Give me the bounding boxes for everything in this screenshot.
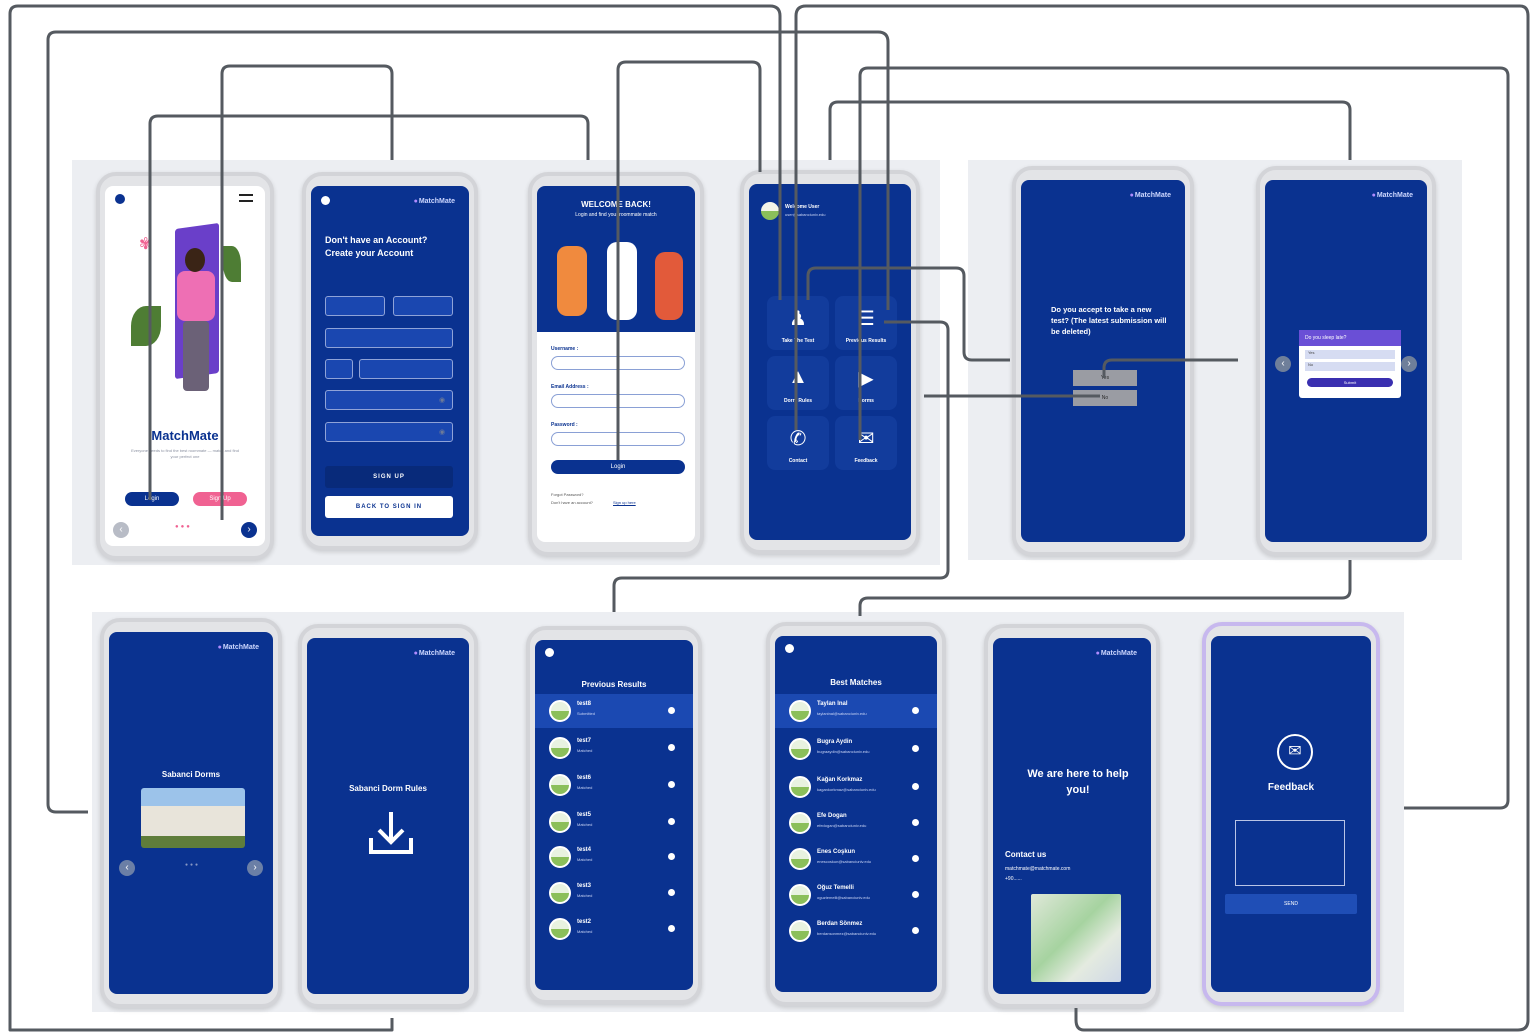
connector-test-matches [858, 560, 1352, 616]
flow-connectors [8, 4, 1530, 1032]
connector-home-rules [828, 100, 1352, 160]
connector-landing-login [148, 114, 590, 500]
connector-home-results [612, 320, 950, 612]
connector-login-home [616, 60, 762, 460]
connector-landing-signup [220, 64, 394, 520]
connector-home-feedback [858, 66, 1510, 810]
connector-confirm-yes [1102, 358, 1238, 378]
connector-outer-left [8, 4, 782, 1032]
connector-home-contact [794, 4, 1530, 1032]
connector-test-confirm [806, 266, 1010, 362]
connector-home-dorms [46, 30, 890, 814]
